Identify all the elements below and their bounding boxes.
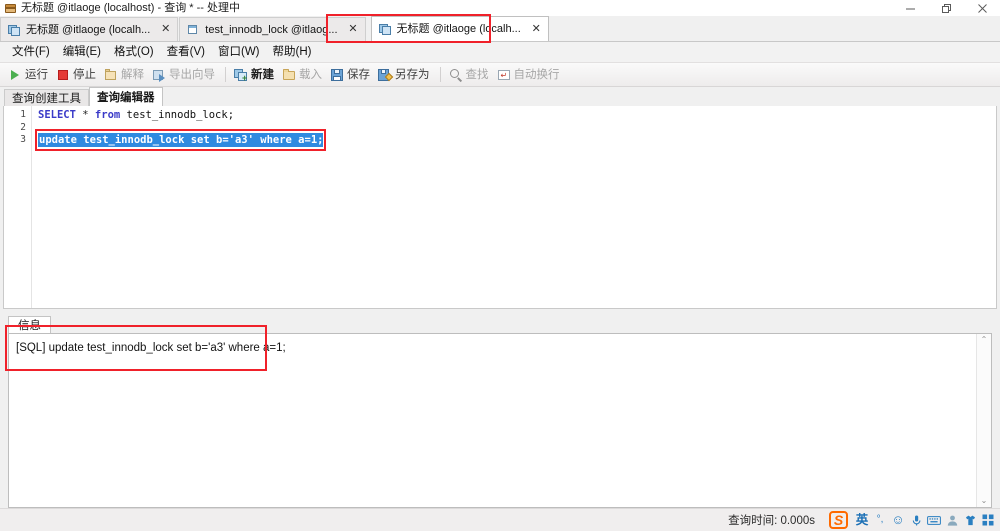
info-tab-bar: 信息: [0, 316, 1000, 333]
menu-item-window[interactable]: 窗口(W): [212, 43, 267, 61]
explain-button[interactable]: 解释: [101, 65, 149, 84]
menu-item-file[interactable]: 文件(F): [6, 43, 57, 61]
save-as-button-label: 另存为: [395, 68, 430, 81]
find-button-label: 查找: [465, 68, 489, 81]
minimize-button[interactable]: [892, 0, 928, 16]
query-time-label: 查询时间: 0.000s: [728, 515, 815, 527]
navicat-query-icon: [5, 2, 17, 14]
restore-button[interactable]: [928, 0, 964, 16]
run-button-label: 运行: [25, 68, 48, 81]
export-icon: [152, 68, 166, 82]
sogou-logo-icon[interactable]: S: [829, 511, 848, 529]
document-tab-close-icon[interactable]: ✕: [348, 24, 359, 35]
document-tab-close-icon[interactable]: ✕: [160, 24, 171, 35]
query-tab-icon: [378, 23, 392, 35]
info-vertical-scrollbar[interactable]: ⌃ ⌄: [976, 334, 991, 507]
save-as-button[interactable]: 另存为: [375, 65, 435, 84]
save-icon: [330, 68, 344, 82]
menu-bar: 文件(F) 编辑(E) 格式(O) 查看(V) 窗口(W) 帮助(H): [0, 42, 1000, 62]
find-button[interactable]: 查找: [446, 65, 494, 84]
editor-sub-tab-bar: 查询创建工具 查询编辑器: [0, 87, 1000, 106]
stop-button-label: 停止: [73, 68, 96, 81]
save-button-label: 保存: [347, 68, 370, 81]
new-icon: +: [234, 68, 248, 82]
code-line-3: update test_innodb_lock set b='a3' where…: [38, 133, 996, 148]
stop-icon: [56, 68, 70, 82]
tab-information[interactable]: 信息: [8, 316, 51, 333]
document-tab-label: test_innodb_lock @itlaog...: [205, 23, 338, 36]
document-tab-2-active[interactable]: 无标题 @itlaoge (localh... ✕: [370, 16, 549, 41]
panel-splitter[interactable]: [0, 309, 1000, 316]
save-button[interactable]: 保存: [327, 65, 375, 84]
load-button[interactable]: 载入: [279, 65, 327, 84]
document-tab-label: 无标题 @itlaoge (localh...: [396, 23, 521, 35]
voice-input-icon[interactable]: [907, 511, 925, 529]
document-tab-close-icon[interactable]: ✕: [531, 23, 542, 35]
document-tab-1[interactable]: test_innodb_lock @itlaog... ✕: [179, 17, 366, 41]
save-as-icon: [378, 68, 394, 82]
document-tab-bar: 无标题 @itlaoge (localh... ✕ test_innodb_lo…: [0, 16, 1000, 42]
load-button-label: 载入: [299, 68, 322, 81]
sql-keyword-select: SELECT: [38, 109, 76, 121]
navicat-query-window: 无标题 @itlaoge (localhost) - 查询 * -- 处理中 无…: [0, 0, 1000, 531]
ime-toolbar: S 英 °, ☺: [829, 510, 997, 530]
toolbar-separator: [225, 67, 226, 82]
toolbar-separator: [439, 67, 441, 82]
word-wrap-button[interactable]: ↵ 自动换行: [494, 65, 565, 84]
skin-icon[interactable]: [961, 511, 979, 529]
new-button[interactable]: + 新建: [231, 65, 279, 84]
line-number-gutter: 1 2 3: [4, 106, 32, 308]
info-text-area: [SQL] update test_innodb_lock set b='a3'…: [9, 334, 976, 507]
toolbox-icon[interactable]: [979, 511, 997, 529]
close-button[interactable]: [964, 0, 1000, 16]
info-log-line: [SQL] update test_innodb_lock set b='a3'…: [16, 342, 286, 354]
menu-item-help[interactable]: 帮助(H): [267, 43, 319, 61]
menu-item-format[interactable]: 格式(O): [108, 43, 161, 61]
document-tab-0[interactable]: 无标题 @itlaoge (localh... ✕: [0, 17, 179, 41]
title-bar: 无标题 @itlaoge (localhost) - 查询 * -- 处理中: [0, 0, 1000, 16]
status-bar: 查询时间: 0.000s S 英 °, ☺: [0, 508, 1000, 531]
soft-keyboard-icon[interactable]: [925, 511, 943, 529]
export-wizard-button-label: 导出向导: [169, 68, 215, 81]
query-tab-icon: [8, 24, 21, 36]
line-number: 1: [20, 109, 26, 120]
export-wizard-button[interactable]: 导出向导: [149, 65, 220, 84]
word-wrap-icon: ↵: [497, 68, 511, 82]
info-output-panel[interactable]: [SQL] update test_innodb_lock set b='a3'…: [8, 333, 992, 508]
window-title: 无标题 @itlaoge (localhost) - 查询 * -- 处理中: [21, 2, 240, 14]
new-button-label: 新建: [251, 68, 274, 81]
window-controls: [892, 0, 1000, 16]
tab-query-editor[interactable]: 查询编辑器: [89, 87, 163, 106]
find-icon: [449, 68, 463, 82]
line-number: 3: [20, 134, 26, 145]
run-icon: [8, 68, 22, 82]
table-tab-icon: [187, 24, 200, 36]
input-mode-english-icon[interactable]: 英: [853, 511, 871, 529]
explain-icon: [104, 68, 118, 82]
user-center-icon[interactable]: [943, 511, 961, 529]
scroll-down-icon[interactable]: ⌄: [981, 497, 988, 505]
punctuation-toggle-icon[interactable]: °,: [871, 511, 889, 529]
emoji-icon[interactable]: ☺: [889, 511, 907, 529]
code-line-1: SELECT * from test_innodb_lock;: [38, 109, 996, 122]
scroll-up-icon[interactable]: ⌃: [981, 336, 988, 344]
tab-query-builder[interactable]: 查询创建工具: [4, 89, 89, 106]
stop-button[interactable]: 停止: [53, 65, 101, 84]
explain-button-label: 解释: [121, 68, 144, 81]
menu-item-edit[interactable]: 编辑(E): [57, 43, 108, 61]
word-wrap-button-label: 自动换行: [513, 68, 560, 81]
sql-code-area[interactable]: SELECT * from test_innodb_lock; update t…: [32, 106, 996, 308]
selected-sql-text: update test_innodb_lock set b='a3' where…: [38, 133, 324, 147]
line-number: 2: [20, 121, 26, 133]
document-tab-label: 无标题 @itlaoge (localh...: [26, 23, 151, 36]
toolbar: 运行 停止 解释 导出向导 + 新建 载入 保存 另存为 查找 ↵ 自动换行: [0, 62, 1000, 87]
load-icon: [282, 68, 296, 82]
sql-keyword-from: from: [94, 109, 121, 121]
menu-item-view[interactable]: 查看(V): [161, 43, 212, 61]
run-button[interactable]: 运行: [5, 65, 53, 84]
sql-table-expr: test_innodb_lock;: [126, 109, 235, 121]
sql-editor[interactable]: 1 2 3 SELECT * from test_innodb_lock; up…: [3, 106, 997, 309]
